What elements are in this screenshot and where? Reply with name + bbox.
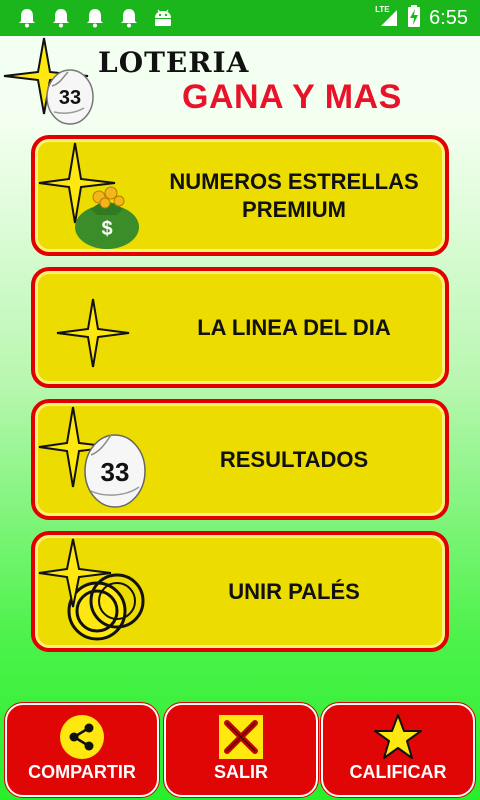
signal-icon: LTE [375, 5, 399, 28]
exit-label: SALIR [214, 762, 268, 782]
star-lottery-ball-icon: 33 [35, 403, 155, 525]
la-linea-del-dia-button[interactable]: LA LINEA DEL DIA [31, 267, 449, 388]
ball-number: 33 [101, 457, 130, 487]
exit-button[interactable]: SALIR [163, 702, 319, 798]
star-money-bag-icon: $ [35, 139, 155, 261]
menu-label: NUMEROS ESTRELLAS PREMIUM [169, 168, 419, 222]
resultados-button[interactable]: 33 RESULTADOS [31, 399, 449, 520]
bell-icon [16, 7, 38, 29]
bell-icon [84, 7, 106, 29]
star-icon [373, 713, 423, 766]
svg-text:$: $ [101, 218, 112, 240]
share-label: COMPARTIR [28, 762, 136, 782]
share-button[interactable]: COMPARTIR [4, 702, 160, 798]
ball-number: 33 [59, 87, 81, 109]
battery-charging-icon [407, 4, 421, 32]
close-icon [217, 713, 265, 766]
bell-icon [50, 7, 72, 29]
lottery-ball-icon: 33 [44, 64, 96, 131]
notification-icons [16, 7, 174, 29]
app-title-line1: LOTERIA [98, 46, 250, 79]
star-icon [35, 271, 155, 393]
status-bar: LTE 6:55 [0, 0, 480, 36]
app-title-line2: GANA Y MAS [182, 78, 402, 116]
share-icon [58, 713, 106, 766]
rate-button[interactable]: CALIFICAR [320, 702, 476, 798]
rate-label: CALIFICAR [349, 762, 447, 782]
star-rings-icon [35, 535, 155, 657]
menu-label: RESULTADOS [219, 446, 369, 472]
numeros-estrellas-premium-button[interactable]: $ NUMEROS ESTRELLAS PREMIUM [31, 135, 449, 256]
menu-label: UNIR PALÉS [228, 578, 360, 604]
bell-icon [118, 7, 140, 29]
clock: 6:55 [429, 6, 468, 29]
network-type: LTE [375, 5, 390, 14]
android-icon [152, 7, 174, 29]
unir-pales-button[interactable]: UNIR PALÉS [31, 531, 449, 652]
menu-label: LA LINEA DEL DIA [197, 314, 391, 340]
app-header: 33 LOTERIA GANA Y MAS [0, 36, 480, 126]
